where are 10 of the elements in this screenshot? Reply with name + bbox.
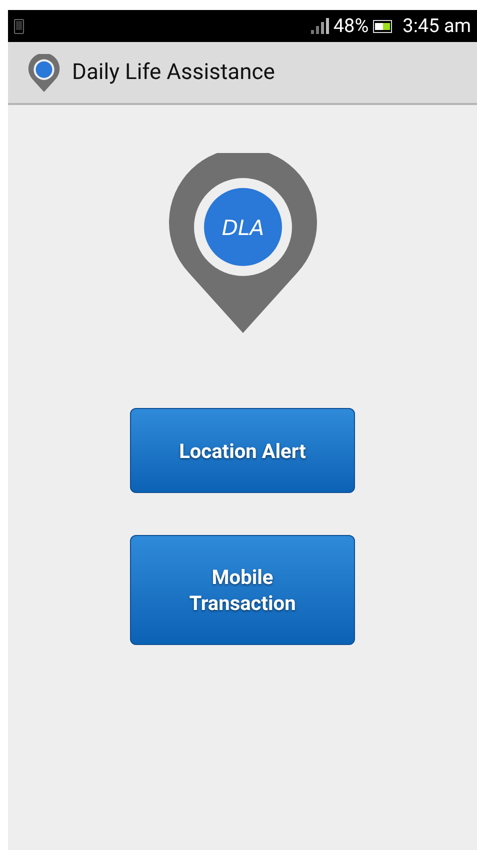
- battery-percent: 48%: [333, 12, 369, 39]
- phone-icon: [14, 18, 24, 34]
- status-time: 3:45 am: [402, 12, 471, 39]
- menu-button[interactable]: Location Alert: [130, 408, 355, 493]
- signal-icon: [311, 18, 330, 34]
- battery-icon: [372, 20, 393, 32]
- menu-button[interactable]: Mobile Transaction: [130, 535, 355, 645]
- app-logo-icon: [28, 54, 60, 92]
- app-title: Daily Life Assistance: [72, 59, 275, 87]
- app-logo: DLA: [168, 153, 316, 333]
